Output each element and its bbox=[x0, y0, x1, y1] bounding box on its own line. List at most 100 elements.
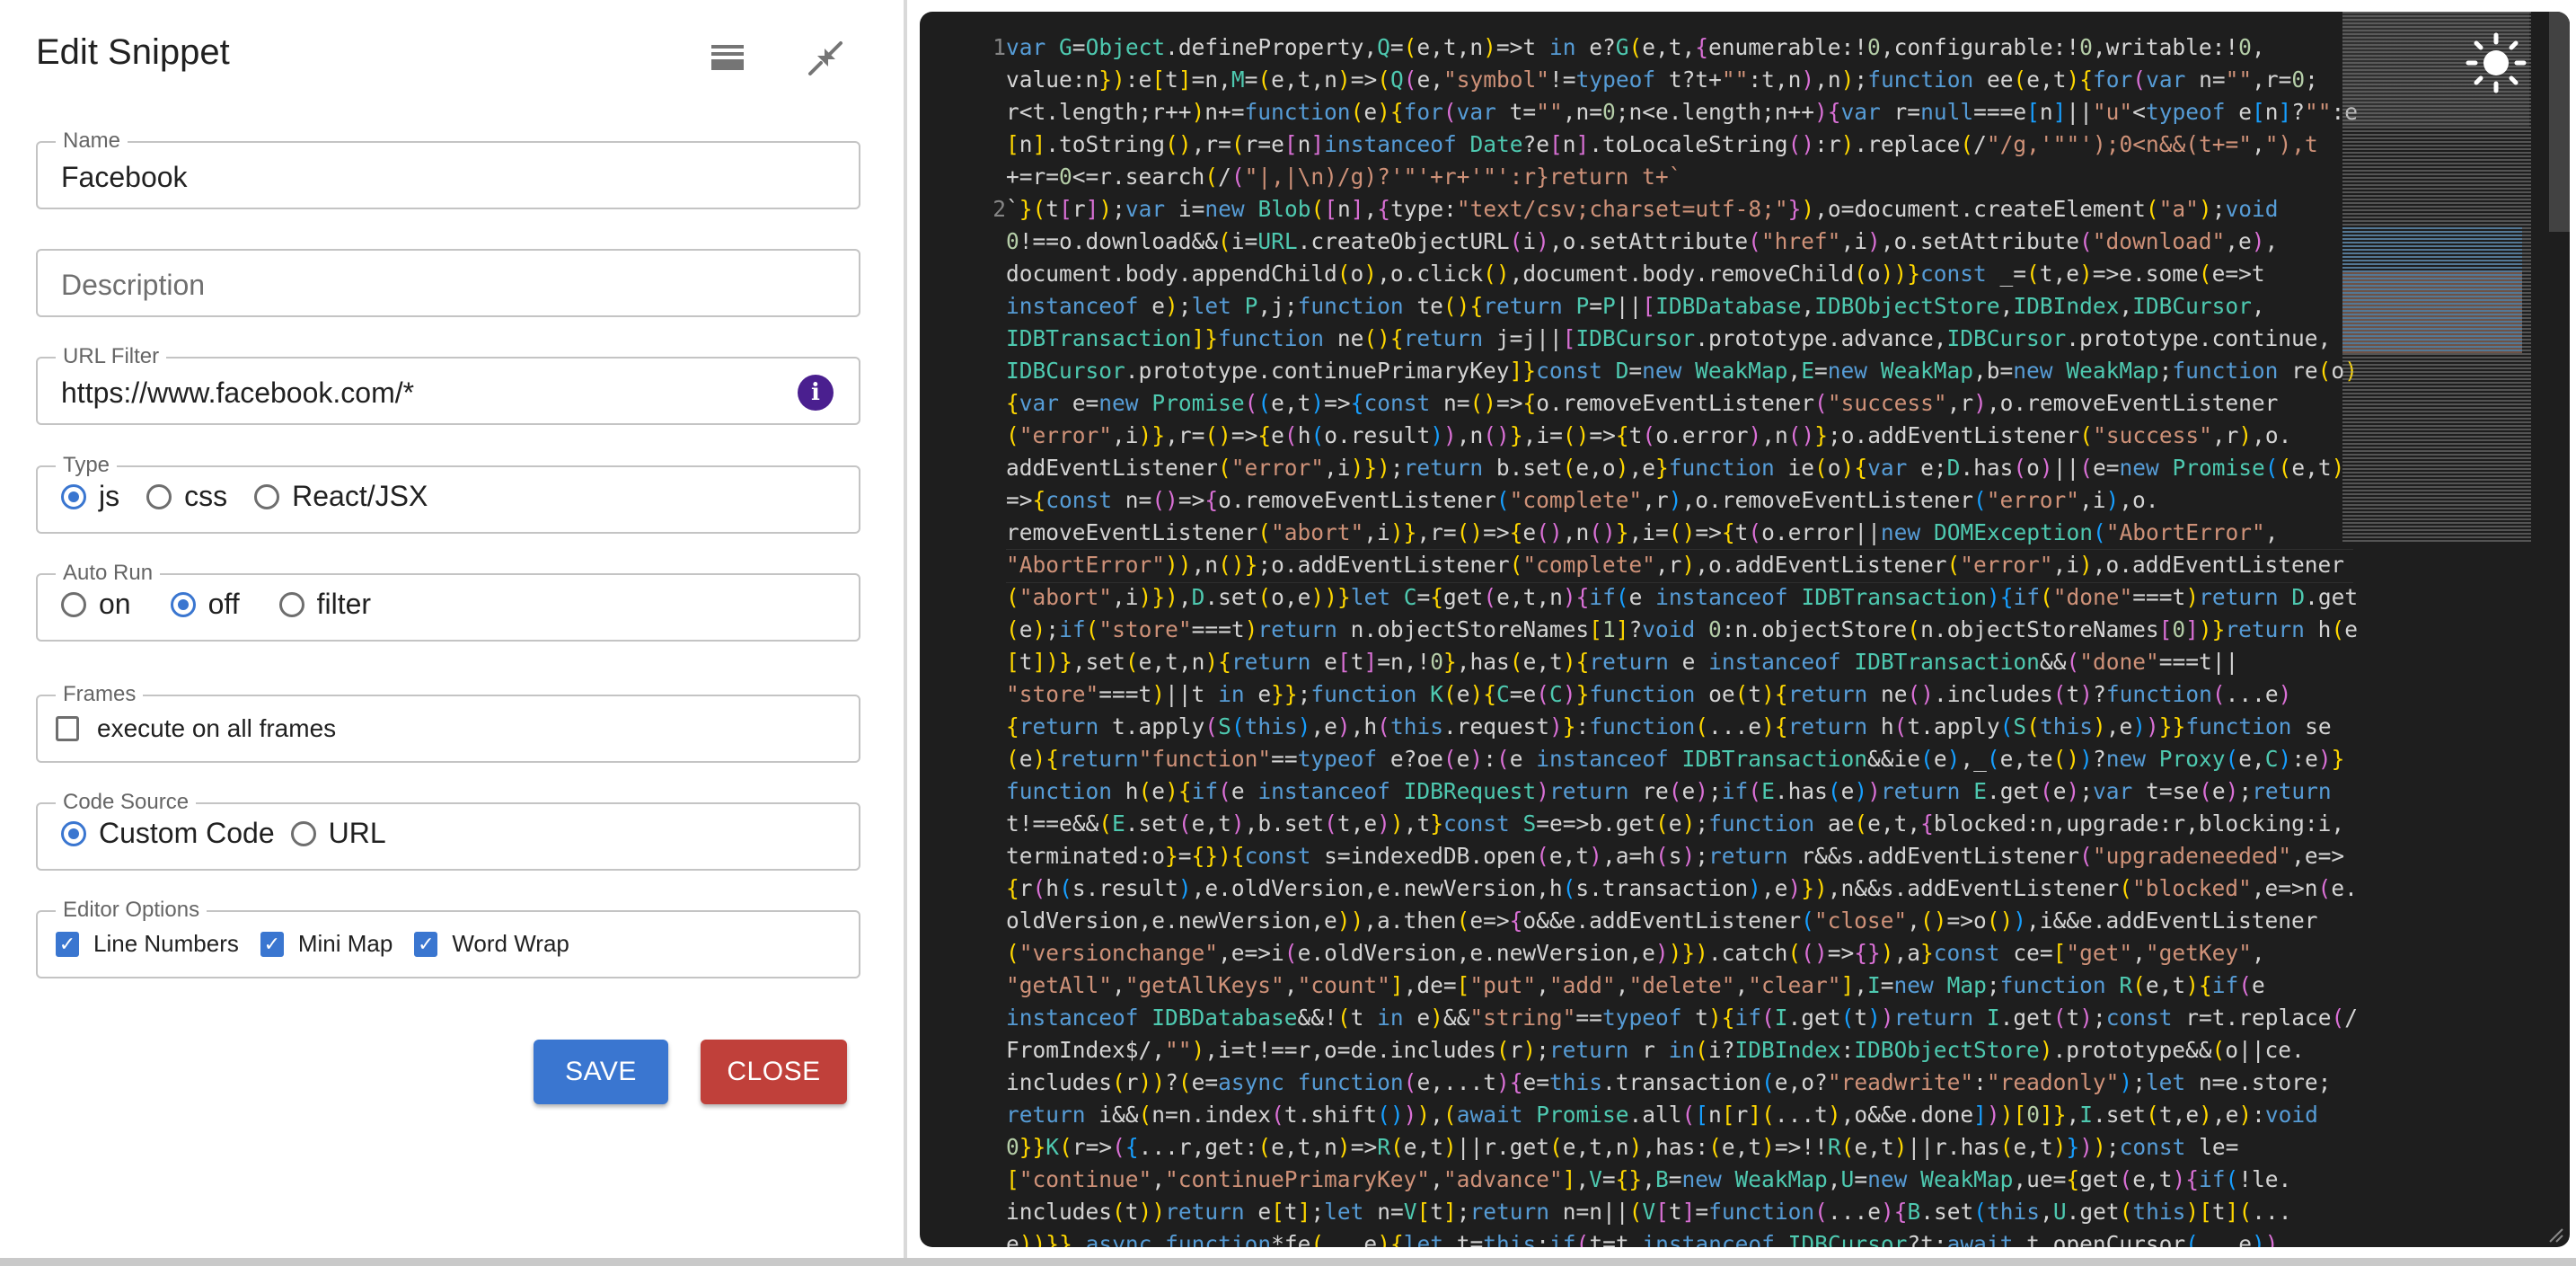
line-number: 1 bbox=[992, 34, 1006, 60]
code-line[interactable]: includes(r))?(e=async function(e,...t){e… bbox=[1006, 1067, 2331, 1099]
code-line[interactable]: e))}},async function*fe(...e){let t=this… bbox=[1006, 1228, 2278, 1247]
type-option-js[interactable]: js bbox=[61, 480, 119, 513]
auto-run-option-off[interactable]: off bbox=[170, 588, 240, 621]
code-line[interactable]: "AbortError")),n()};o.addEventListener("… bbox=[1006, 549, 2344, 581]
radio-selected[interactable] bbox=[170, 591, 196, 617]
checkbox-checked[interactable]: ✓ bbox=[414, 931, 438, 957]
page-title: Edit Snippet bbox=[36, 32, 230, 72]
code-editor[interactable]: 1 2 var G=Object.defineProperty,Q=(e,t,n… bbox=[920, 12, 2570, 1247]
execute-all-frames-checkbox[interactable]: execute on all frames bbox=[56, 714, 336, 743]
checkbox-checked[interactable]: ✓ bbox=[56, 931, 79, 957]
radio-selected[interactable] bbox=[61, 820, 86, 846]
toggle-layout-icon[interactable] bbox=[708, 38, 753, 83]
code-source-label: Code Source bbox=[56, 790, 197, 815]
code-line[interactable]: FromIndex$/,""),i=t!==r,o=de.includes(r)… bbox=[1006, 1034, 2305, 1067]
name-input[interactable]: Facebook bbox=[61, 161, 188, 194]
checkbox-checked[interactable]: ✓ bbox=[260, 931, 284, 957]
code-line[interactable]: t!==e&&(E.set(e,t),b.set(t,e)),t}const S… bbox=[1006, 808, 2344, 840]
panel-divider[interactable] bbox=[904, 0, 907, 1266]
code-line[interactable]: oldVersion,e.newVersion,e)),a.then(e=>{o… bbox=[1006, 905, 2318, 937]
mini-map-checkbox[interactable]: ✓ Mini Map bbox=[260, 930, 393, 958]
code-line[interactable]: addEventListener("error",i)});return b.s… bbox=[1006, 452, 2344, 484]
code-line[interactable]: (e){return"function"==typeof e?oe(e):(e … bbox=[1006, 743, 2344, 775]
code-line[interactable]: ("abort",i)}),D.set(o,e))}let C={get(e,t… bbox=[1006, 581, 2358, 614]
code-line[interactable]: +=r=0<=r.search(/("|,|\n)/g)?'"'+r+'"':r… bbox=[1006, 161, 1681, 193]
option-label: on bbox=[99, 588, 131, 620]
checkbox-label: Word Wrap bbox=[452, 930, 569, 957]
line-numbers-checkbox[interactable]: ✓ Line Numbers bbox=[56, 930, 239, 958]
info-icon[interactable]: i bbox=[798, 375, 834, 411]
code-line[interactable]: {var e=new Promise((e,t)=>{const n=()=>{… bbox=[1006, 387, 2278, 420]
description-input[interactable]: Description bbox=[61, 269, 205, 302]
save-button[interactable]: SAVE bbox=[534, 1040, 668, 1104]
code-line[interactable]: "getAll","getAllKeys","count"],de=["put"… bbox=[1006, 969, 2265, 1002]
code-line[interactable]: 0}}K(r=>({...r,get:(e,t,n)=>R(e,t)||r.ge… bbox=[1006, 1131, 2238, 1164]
code-line[interactable]: r<t.length;r++)n+=function(e){for(var t=… bbox=[1006, 96, 2358, 128]
word-wrap-checkbox[interactable]: ✓ Word Wrap bbox=[414, 930, 569, 958]
line-number: 2 bbox=[992, 196, 1006, 222]
name-label: Name bbox=[56, 128, 128, 154]
sun-icon[interactable] bbox=[2465, 31, 2527, 94]
vertical-scrollbar[interactable] bbox=[2549, 12, 2570, 232]
code-line[interactable]: `}(t[r]);var i=new Blob([n],{type:"text/… bbox=[1006, 193, 2278, 226]
url-filter-input[interactable]: https://www.facebook.com/* bbox=[61, 376, 414, 410]
frames-label: Frames bbox=[56, 682, 144, 707]
code-line[interactable]: instanceof IDBDatabase&&!(t in e)&&"stri… bbox=[1006, 1002, 2358, 1034]
radio-unselected[interactable] bbox=[290, 820, 316, 846]
code-line[interactable]: ("error",i)},r=()=>{e(h(o.result)),n()},… bbox=[1006, 420, 2291, 452]
collapse-icon[interactable] bbox=[805, 38, 850, 83]
code-line[interactable]: ["continue","continuePrimaryKey","advanc… bbox=[1006, 1164, 2291, 1196]
radio-unselected[interactable] bbox=[61, 591, 86, 617]
option-label: URL bbox=[328, 817, 386, 849]
code-line[interactable]: terminated:o}={}){const s=indexedDB.open… bbox=[1006, 840, 2344, 872]
code-line[interactable]: {r(h(s.result),e.oldVersion,e.newVersion… bbox=[1006, 872, 2358, 905]
code-line[interactable]: instanceof e);let P,j;function te(){retu… bbox=[1006, 290, 2265, 323]
checkbox-label: Mini Map bbox=[297, 930, 393, 957]
code-source-option-url[interactable]: URL bbox=[290, 817, 386, 850]
option-label: js bbox=[99, 480, 120, 512]
code-line[interactable]: 0!==o.download&&(i=URL.createObjectURL(i… bbox=[1006, 226, 2278, 258]
radio-unselected[interactable] bbox=[278, 591, 304, 617]
code-line[interactable]: "store"===t)||t in e}};function K(e){C=e… bbox=[1006, 678, 2291, 711]
checkbox-label: Line Numbers bbox=[93, 930, 239, 957]
type-option-css[interactable]: css bbox=[146, 480, 227, 513]
code-line[interactable]: [t])},set(e,t,n){return e[t]=n,!0},has(e… bbox=[1006, 646, 2238, 678]
close-button[interactable]: CLOSE bbox=[701, 1040, 847, 1104]
code-line[interactable]: value:n}):e[t]=n,M=(e,t,n)=>(Q(e,"symbol… bbox=[1006, 64, 2318, 96]
auto-run-group: Auto Run on off filter bbox=[36, 561, 860, 642]
code-line[interactable]: {return t.apply(S(this),e),h(this.reques… bbox=[1006, 711, 2332, 743]
option-label: off bbox=[207, 588, 240, 620]
auto-run-option-on[interactable]: on bbox=[61, 588, 131, 621]
frames-group: Frames execute on all frames bbox=[36, 682, 860, 763]
radio-selected[interactable] bbox=[61, 483, 86, 509]
code-line[interactable]: function h(e){if(e instanceof IDBRequest… bbox=[1006, 775, 2332, 808]
minimap-region bbox=[2342, 272, 2522, 353]
radio-unselected[interactable] bbox=[254, 483, 280, 509]
name-field[interactable]: Name Facebook bbox=[36, 128, 860, 209]
code-line[interactable]: IDBCursor.prototype.continuePrimaryKey]}… bbox=[1006, 355, 2358, 387]
code-line[interactable]: =>{const n=()=>{o.removeEventListener("c… bbox=[1006, 484, 2159, 517]
editor-options-group: Editor Options ✓ Line Numbers ✓ Mini Map ✓… bbox=[36, 898, 860, 978]
radio-unselected[interactable] bbox=[146, 483, 172, 509]
auto-run-option-filter[interactable]: filter bbox=[278, 588, 371, 621]
code-line[interactable]: var G=Object.defineProperty,Q=(e,t,n)=>t… bbox=[1006, 31, 2265, 64]
code-source-option-custom[interactable]: Custom Code bbox=[61, 817, 275, 850]
option-label: css bbox=[184, 480, 228, 512]
checkbox-label: execute on all frames bbox=[97, 714, 337, 742]
code-line[interactable]: (e);if("store"===t)return n.objectStoreN… bbox=[1006, 614, 2358, 646]
option-label: Custom Code bbox=[99, 817, 275, 849]
code-line[interactable]: IDBTransaction]}function ne(){return j=j… bbox=[1006, 323, 2331, 355]
code-line[interactable]: return i&&(n=n.index(t.shift())),(await … bbox=[1006, 1099, 2318, 1131]
editor-options-label: Editor Options bbox=[56, 898, 207, 923]
code-line[interactable]: [n].toString(),r=(r=e[n]instanceof Date?… bbox=[1006, 128, 2318, 161]
url-filter-field[interactable]: URL Filter https://www.facebook.com/* i bbox=[36, 344, 860, 425]
type-option-react-jsx[interactable]: React/JSX bbox=[254, 480, 428, 513]
option-label: React/JSX bbox=[292, 480, 428, 512]
code-line[interactable]: includes(t))return e[t];let n=V[t];retur… bbox=[1006, 1196, 2291, 1228]
code-line[interactable]: document.body.appendChild(o),o.click(),d… bbox=[1006, 258, 2265, 290]
resize-handle-icon[interactable] bbox=[2546, 1226, 2564, 1244]
checkbox-unchecked[interactable] bbox=[56, 716, 79, 741]
description-field[interactable]: Description bbox=[36, 249, 860, 317]
code-line[interactable]: removeEventListener("abort",i)},r=()=>{e… bbox=[1006, 517, 2279, 549]
code-line[interactable]: ("versionchange",e=>i(e.oldVersion,e.new… bbox=[1006, 937, 2265, 969]
